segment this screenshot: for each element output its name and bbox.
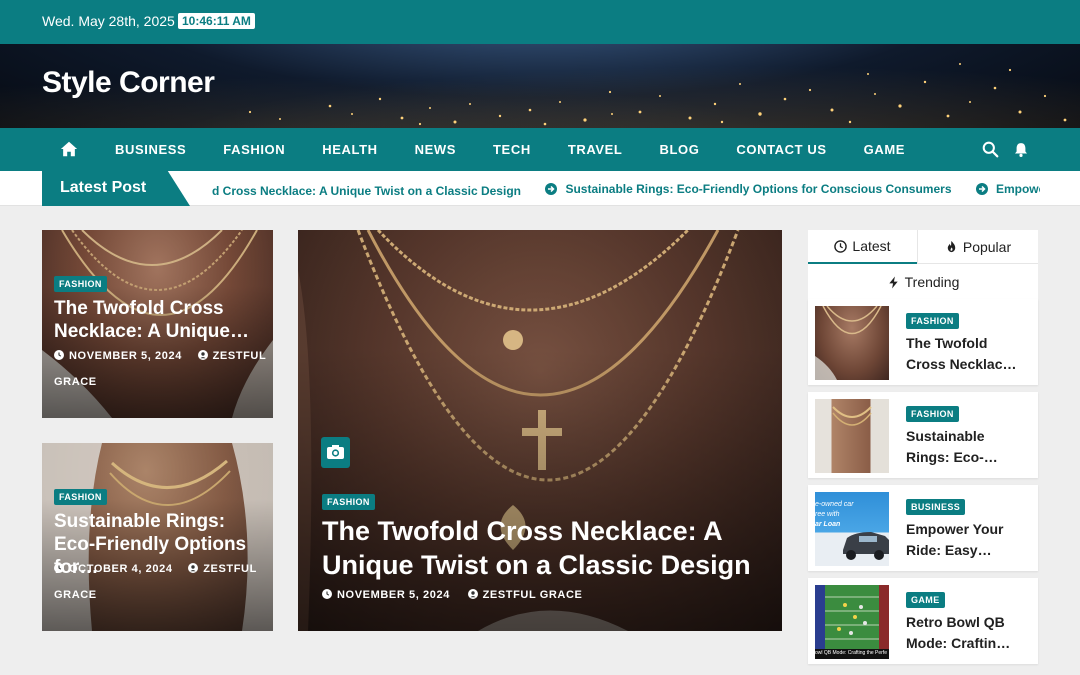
home-icon[interactable] — [60, 140, 78, 158]
nav-item-business[interactable]: BUSINESS — [115, 142, 186, 157]
nav-item-game[interactable]: GAME — [864, 142, 905, 157]
camera-icon — [321, 437, 350, 468]
tab-popular[interactable]: Popular — [917, 230, 1038, 264]
category-badge[interactable]: FASHION — [54, 276, 107, 292]
post-thumbnail[interactable]: e-owned car ree with ar Loan — [815, 492, 889, 566]
sidebar-post[interactable]: e-owned car ree with ar Loan BUSINESS Em… — [808, 485, 1038, 571]
fire-icon — [947, 240, 956, 253]
latest-post-ticker: Latest Post d Cross Necklace: A Unique T… — [0, 171, 1080, 206]
sidebar-post[interactable]: FASHION The Twofold Cross Necklac… — [808, 299, 1038, 385]
nav-item-blog[interactable]: BLOG — [659, 142, 699, 157]
current-time: 10:46:11 AM — [178, 13, 255, 29]
category-badge[interactable]: BUSINESS — [906, 499, 966, 515]
main-nav: BUSINESS FASHION HEALTH NEWS TECH TRAVEL… — [0, 128, 1080, 171]
camera-icon-glyph — [327, 445, 344, 459]
arrow-circle-icon — [975, 182, 988, 195]
thumb-caption: owl QB Mode: Crafting the Perfe — [815, 650, 887, 656]
category-badge[interactable]: FASHION — [906, 406, 959, 422]
featured-post-card-main[interactable]: FASHION The Twofold Cross Necklace: A Un… — [298, 230, 782, 631]
tab-latest[interactable]: Latest — [808, 230, 917, 264]
tab-label[interactable]: Latest — [852, 238, 890, 254]
featured-post-card-small[interactable]: FASHION The Twofold Cross Necklace: A Un… — [42, 230, 273, 418]
post-thumbnail[interactable]: owl QB Mode: Crafting the Perfe — [815, 585, 889, 659]
category-badge[interactable]: FASHION — [54, 489, 107, 505]
post-date[interactable]: NOVEMBER 5, 2024 — [69, 350, 182, 362]
top-bar: Wed. May 28th, 2025 10:46:11 AM — [0, 0, 1080, 44]
category-badge[interactable]: FASHION — [322, 494, 375, 510]
nav-item-tech[interactable]: TECH — [493, 142, 531, 157]
category-badge[interactable]: GAME — [906, 592, 945, 608]
tab-trending[interactable]: Trending — [808, 265, 1038, 299]
post-title[interactable]: Sustainable Rings: Eco-… — [906, 426, 1026, 468]
nav-item-news[interactable]: NEWS — [415, 142, 456, 157]
sidebar-tabs: Latest Popular Trending — [808, 230, 1038, 299]
bolt-icon — [888, 275, 898, 289]
post-meta: NOVEMBER 5, 2024 ZESTFUL GRACE — [54, 343, 269, 395]
post-title[interactable]: The Twofold Cross Necklac… — [906, 333, 1026, 375]
user-icon — [467, 589, 478, 599]
nav-item-contact-us[interactable]: CONTACT US — [736, 142, 826, 157]
post-title[interactable]: Empower Your Ride: Easy… — [906, 519, 1026, 561]
current-date: Wed. May 28th, 2025 — [42, 13, 175, 29]
ticker-label: Latest Post — [42, 171, 190, 206]
ticker-item[interactable]: Empower Yo — [975, 171, 1040, 206]
nav-items: BUSINESS FASHION HEALTH NEWS TECH TRAVEL… — [115, 128, 942, 171]
necklace-thumbnail-graphic — [815, 306, 882, 380]
post-author[interactable]: ZESTFUL GRACE — [483, 589, 583, 601]
header-banner: Style Corner — [0, 44, 1080, 128]
post-thumbnail[interactable] — [815, 399, 889, 473]
featured-post-card-small[interactable]: FASHION Sustainable Rings: Eco-Friendly … — [42, 443, 273, 631]
clock-icon — [54, 350, 64, 360]
clock-icon — [322, 589, 332, 599]
user-icon — [188, 563, 199, 573]
site-title[interactable]: Style Corner — [42, 66, 215, 100]
post-meta: NOVEMBER 5, 2024 ZESTFUL GRACE — [322, 582, 762, 608]
ticker-track: d Cross Necklace: A Unique Twist on a Cl… — [212, 171, 1040, 206]
post-date[interactable]: NOVEMBER 5, 2024 — [337, 589, 450, 601]
post-meta: OCTOBER 4, 2024 ZESTFUL GRACE — [54, 556, 269, 608]
clock-icon — [834, 239, 848, 253]
nav-item-fashion[interactable]: FASHION — [223, 142, 285, 157]
sidebar-widget: Latest Popular Trending FASHION The Twof… — [808, 230, 1038, 664]
post-date[interactable]: OCTOBER 4, 2024 — [69, 563, 173, 575]
post-title[interactable]: The Twofold Cross Necklace: A Unique Twi… — [322, 515, 762, 583]
rings-thumbnail-graphic — [832, 406, 872, 426]
tab-label[interactable]: Popular — [963, 239, 1011, 255]
football-field-graphic — [815, 585, 889, 659]
category-badge[interactable]: FASHION — [906, 313, 959, 329]
sidebar-post[interactable]: owl QB Mode: Crafting the Perfe GAME Ret… — [808, 578, 1038, 664]
user-icon — [197, 350, 208, 360]
sidebar-post[interactable]: FASHION Sustainable Rings: Eco-… — [808, 392, 1038, 478]
ticker-item[interactable]: Sustainable Rings: Eco-Friendly Options … — [545, 171, 952, 206]
nav-item-travel[interactable]: TRAVEL — [568, 142, 623, 157]
ticker-item-text[interactable]: d Cross Necklace: A Unique Twist on a Cl… — [212, 184, 521, 198]
ticker-item[interactable]: d Cross Necklace: A Unique Twist on a Cl… — [212, 173, 521, 206]
ticker-item-text[interactable]: Empower Yo — [996, 182, 1040, 196]
clock-icon — [54, 563, 64, 573]
car-thumbnail-graphic — [843, 532, 889, 560]
post-title[interactable]: Retro Bowl QB Mode: Craftin… — [906, 612, 1026, 654]
ticker-item-text[interactable]: Sustainable Rings: Eco-Friendly Options … — [565, 182, 951, 196]
arrow-circle-icon — [545, 182, 558, 195]
post-thumbnail[interactable] — [815, 306, 889, 380]
post-title[interactable]: The Twofold Cross Necklace: A Unique… — [54, 298, 264, 344]
nav-item-health[interactable]: HEALTH — [322, 142, 377, 157]
ticker-label-text: Latest Post — [60, 179, 147, 196]
search-icon[interactable] — [982, 141, 999, 158]
bell-icon[interactable] — [1013, 141, 1029, 158]
tab-label[interactable]: Trending — [905, 274, 960, 290]
